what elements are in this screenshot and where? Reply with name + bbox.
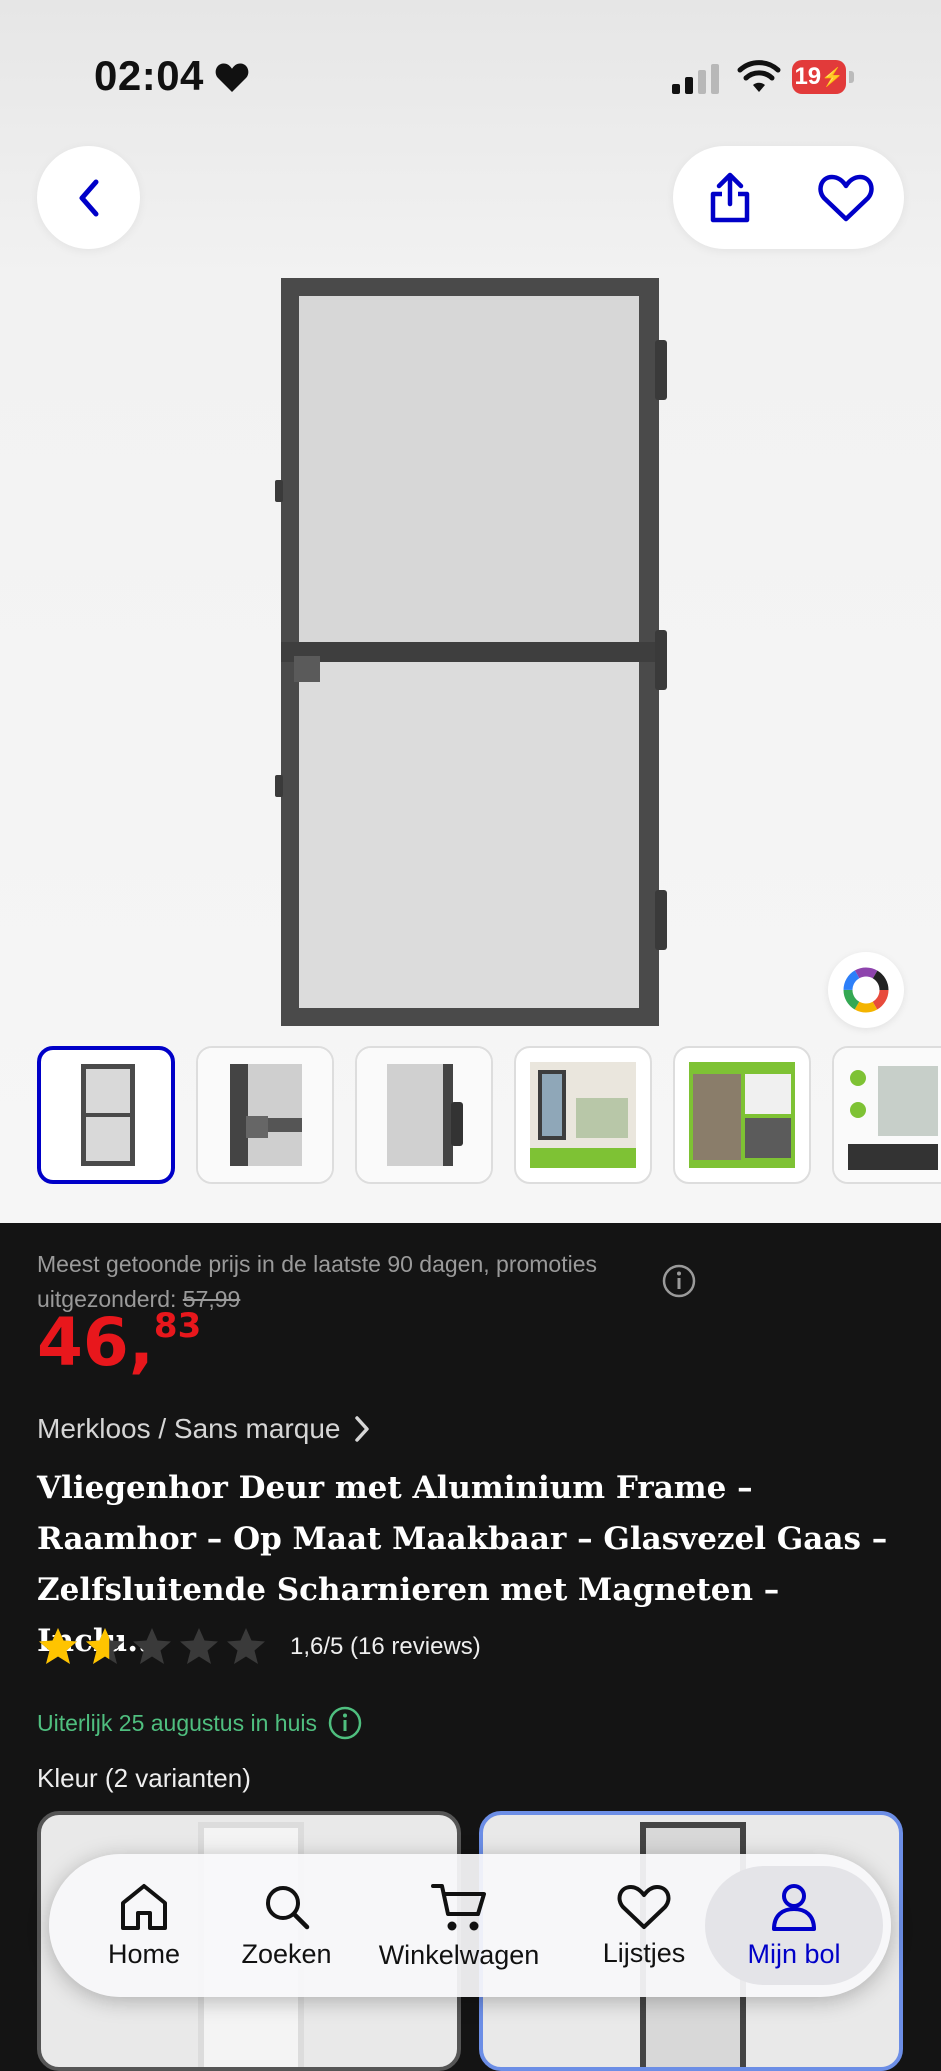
- delivery-info: Uiterlijk 25 augustus in huis: [37, 1705, 363, 1741]
- star-icon: [86, 1628, 124, 1664]
- battery-indicator: 19 ⚡: [792, 60, 854, 94]
- price-euros: 46,: [37, 1304, 154, 1381]
- rating-row[interactable]: 1,6/5 (16 reviews): [37, 1625, 481, 1669]
- star-icon: [227, 1628, 265, 1664]
- star-rating: [37, 1626, 272, 1668]
- share-icon: [710, 172, 750, 223]
- back-button[interactable]: [37, 146, 140, 249]
- thumbnail-6[interactable]: [832, 1046, 941, 1184]
- nav-search[interactable]: Zoeken: [219, 1854, 354, 1997]
- share-button[interactable]: [697, 166, 763, 230]
- thumbnail-3[interactable]: [355, 1046, 493, 1184]
- charging-bolt-icon: ⚡: [821, 66, 844, 87]
- nav-lists[interactable]: Lijstjes: [574, 1854, 714, 1997]
- thumbnail-5[interactable]: [673, 1046, 811, 1184]
- chevron-right-icon: [355, 1416, 370, 1442]
- chevron-left-icon: [79, 179, 98, 216]
- nav-home-label: Home: [107, 1939, 181, 1969]
- color-picker-button[interactable]: [828, 952, 904, 1028]
- thumbnail-2[interactable]: [196, 1046, 334, 1184]
- product-main-image[interactable]: [270, 270, 670, 1030]
- heart-outline-icon: [818, 174, 874, 222]
- cart-icon: [431, 1884, 486, 1931]
- heart-icon: [617, 1885, 671, 1929]
- price-info-icon[interactable]: [661, 1263, 697, 1299]
- star-icon: [180, 1628, 218, 1664]
- search-icon: [265, 1886, 309, 1930]
- wifi-icon: [737, 60, 781, 92]
- header-actions: [673, 146, 904, 249]
- color-wheel-icon: [843, 967, 889, 1013]
- star-icon: [39, 1628, 77, 1664]
- nav-my-bol[interactable]: Mijn bol: [705, 1866, 883, 1985]
- brand-name: Merkloos / Sans marque: [37, 1413, 341, 1444]
- home-icon: [121, 1884, 167, 1930]
- delivery-text: Uiterlijk 25 augustus in huis: [37, 1709, 317, 1736]
- delivery-info-icon[interactable]: [327, 1705, 363, 1741]
- bottom-navigation: Home Zoeken Winkelwagen Lijstjes Mijn bo…: [49, 1854, 891, 1997]
- brand-link[interactable]: Merkloos / Sans marque: [37, 1413, 372, 1445]
- user-icon: [772, 1884, 816, 1931]
- thumbnail-4[interactable]: [514, 1046, 652, 1184]
- star-icon: [133, 1628, 171, 1664]
- thumbnail-1[interactable]: [37, 1046, 175, 1184]
- cellular-signal-icon: [672, 64, 719, 94]
- nav-cart[interactable]: Winkelwagen: [369, 1854, 549, 1997]
- nav-home[interactable]: Home: [69, 1854, 219, 1997]
- heart-status-icon: [215, 63, 249, 92]
- rating-text: 1,6/5 (16 reviews): [290, 1633, 481, 1660]
- variants-label: Kleur (2 varianten): [37, 1763, 251, 1793]
- nav-lists-label: Lijstjes: [602, 1938, 686, 1968]
- nav-search-label: Zoeken: [241, 1939, 332, 1969]
- status-bar: 02:04 19 ⚡: [0, 0, 941, 150]
- price-cents: 83: [153, 1306, 202, 1346]
- nav-my-bol-label: Mijn bol: [747, 1939, 841, 1969]
- battery-level: 19: [794, 63, 822, 90]
- thumbnail-strip: [0, 1046, 941, 1186]
- product-image-area: 02:04 19 ⚡: [0, 0, 941, 1223]
- nav-cart-label: Winkelwagen: [378, 1940, 540, 1970]
- status-time: 02:04: [94, 52, 204, 99]
- current-price: 46,83: [37, 1303, 201, 1383]
- favorite-button[interactable]: [813, 166, 879, 230]
